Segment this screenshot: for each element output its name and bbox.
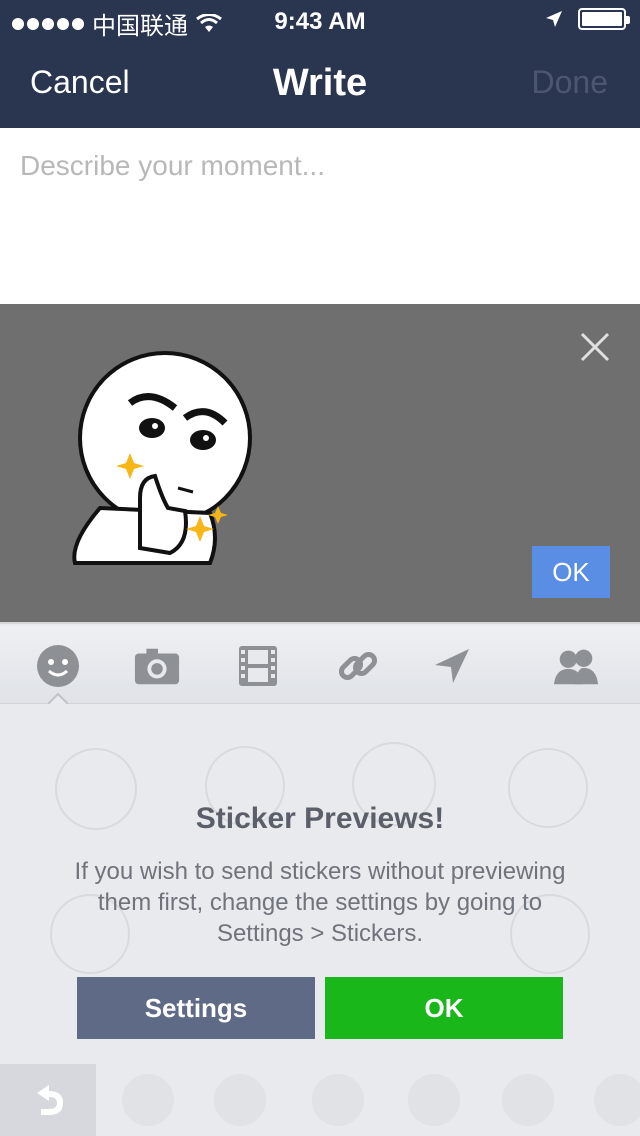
film-icon [239,646,277,686]
status-bar: 中国联通 9:43 AM [0,0,640,40]
back-button[interactable] [0,1064,96,1136]
moment-text-input[interactable] [0,128,640,304]
video-button[interactable] [234,642,282,690]
friends-icon [553,649,599,685]
sticker-package-tab[interactable] [502,1074,554,1126]
camera-button[interactable] [133,642,181,690]
settings-button[interactable]: Settings [77,977,315,1039]
sticker-tab-button[interactable] [34,642,82,690]
done-button[interactable]: Done [532,64,609,101]
sticker-package-tab[interactable] [214,1074,266,1126]
link-icon [338,651,378,681]
friends-button[interactable] [552,642,600,690]
camera-icon [134,648,180,685]
top-bar: 中国联通 9:43 AM Cancel Write Done [0,0,640,128]
sticker-previews-heading: Sticker Previews! [195,802,445,835]
nav-bar: Cancel Write Done [0,40,640,128]
location-arrow-icon [546,11,562,27]
recent-stickers-tab[interactable] [122,1074,174,1126]
sticker-settings-tab[interactable] [594,1074,640,1126]
status-right [544,8,630,30]
battery-icon [578,8,630,30]
ok-button[interactable]: OK [325,977,563,1039]
sticker-preview-image [72,351,252,565]
compose-area [0,128,640,304]
sticker-face-icon [37,645,79,687]
sticker-package-tab[interactable] [408,1074,460,1126]
close-icon[interactable] [578,330,612,364]
location-arrow-icon [435,649,469,683]
active-tab-caret-icon [48,692,68,704]
sticker-preview: OK [0,304,640,624]
preview-ok-button[interactable]: OK [532,546,610,598]
attachment-toolbar [0,626,640,704]
undo-arrow-icon [37,1085,63,1115]
location-button[interactable] [428,642,476,690]
link-button[interactable] [334,642,382,690]
sticker-package-tabs [0,1064,640,1136]
sticker-package-tab[interactable] [312,1074,364,1126]
sticker-panel: Sticker Previews! If you wish to send st… [0,704,640,1064]
sticker-previews-description: If you wish to send stickers without pre… [74,858,566,947]
